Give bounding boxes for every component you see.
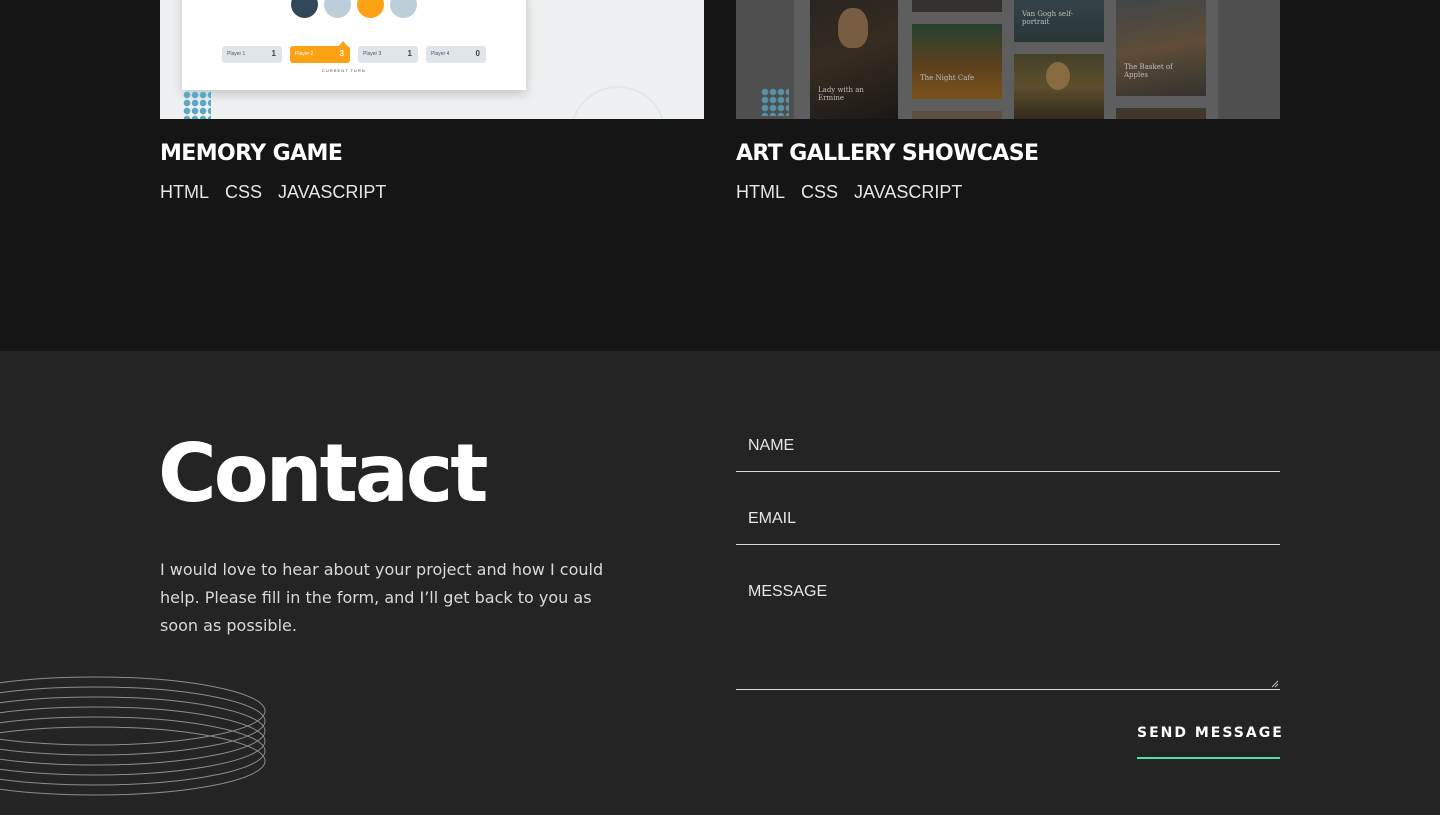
project-card-art-gallery[interactable]: Lady with an Ermine The Night Cafe Van G… bbox=[736, 0, 1280, 202]
tag: HTML bbox=[160, 182, 209, 202]
project-tags: HTML CSS JAVASCRIPT bbox=[160, 182, 386, 203]
project-title: MEMORY GAME bbox=[160, 141, 343, 166]
player-score: Player 31 bbox=[358, 46, 418, 63]
name-placeholder: NAME bbox=[748, 437, 795, 454]
contact-description: I would love to hear about your project … bbox=[160, 560, 604, 635]
email-field[interactable]: EMAIL bbox=[736, 510, 1280, 545]
player-score-active: Player 23 bbox=[290, 46, 350, 63]
dot-pattern-decoration bbox=[761, 88, 789, 116]
tag: JAVASCRIPT bbox=[278, 182, 387, 202]
name-field[interactable]: NAME bbox=[736, 437, 1280, 472]
resize-handle-icon[interactable] bbox=[1271, 680, 1279, 688]
player-score: Player 11 bbox=[222, 46, 282, 63]
project-card-memory-game[interactable]: Player 11 Player 23 Player 31 Player 40 … bbox=[160, 0, 704, 202]
current-turn-label: CURRENT TURN bbox=[322, 68, 366, 73]
message-placeholder: MESSAGE bbox=[748, 583, 828, 600]
game-token-icon bbox=[291, 0, 318, 18]
project-thumbnail-art-gallery[interactable]: Lady with an Ermine The Night Cafe Van G… bbox=[736, 0, 1280, 119]
project-title: ART GALLERY SHOWCASE bbox=[736, 141, 1039, 166]
tag: HTML bbox=[736, 182, 785, 202]
tag: CSS bbox=[225, 182, 263, 202]
anchor-icon bbox=[357, 0, 384, 18]
message-field[interactable]: MESSAGE bbox=[736, 583, 1280, 690]
player-score: Player 40 bbox=[426, 46, 486, 63]
projects-section: Player 11 Player 23 Player 31 Player 40 … bbox=[0, 0, 1440, 351]
project-tags: HTML CSS JAVASCRIPT bbox=[736, 182, 962, 203]
dot-pattern-decoration bbox=[183, 91, 211, 119]
project-thumbnail-memory-game[interactable]: Player 11 Player 23 Player 31 Player 40 … bbox=[160, 0, 704, 119]
flask-icon bbox=[324, 0, 351, 18]
tag: CSS bbox=[801, 182, 839, 202]
send-message-button[interactable]: SEND MESSAGE bbox=[1137, 725, 1282, 759]
rings-decoration bbox=[0, 676, 266, 796]
email-placeholder: EMAIL bbox=[748, 510, 797, 527]
game-board-screenshot: Player 11 Player 23 Player 31 Player 40 … bbox=[182, 0, 526, 90]
settings-icon bbox=[390, 0, 417, 18]
contact-heading: Contact bbox=[158, 427, 489, 520]
contact-section: Contact I would love to hear about your … bbox=[0, 351, 1440, 815]
tag: JAVASCRIPT bbox=[854, 182, 963, 202]
turn-indicator bbox=[338, 41, 348, 47]
